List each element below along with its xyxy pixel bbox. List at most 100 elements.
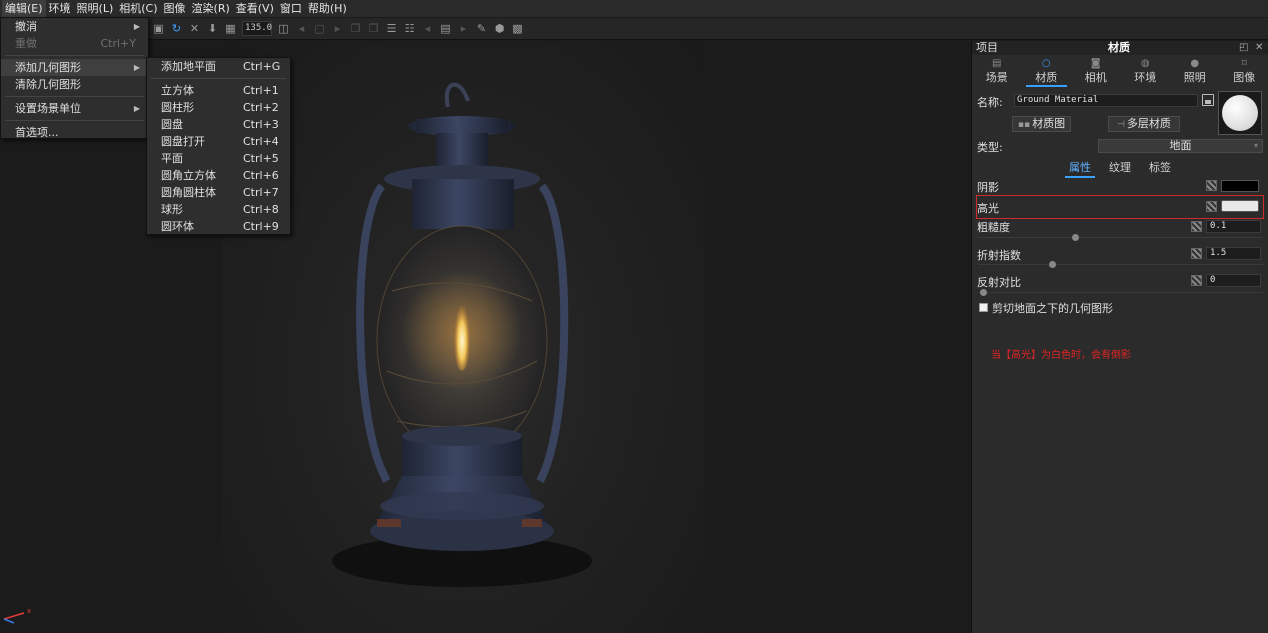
- roughness-input[interactable]: 0.1: [1206, 220, 1261, 233]
- clip-below-ground-checkbox[interactable]: [979, 303, 988, 312]
- menu-environment[interactable]: 环境: [46, 0, 74, 17]
- prev-icon[interactable]: ◂: [295, 22, 308, 35]
- tab-material[interactable]: ○ 材质: [1022, 57, 1072, 87]
- lantern-image: [332, 82, 592, 587]
- submenu-arrow-icon: ▶: [133, 63, 140, 72]
- slider-handle[interactable]: [1049, 261, 1056, 268]
- prev2-icon[interactable]: ◂: [421, 22, 434, 35]
- texture-map-icon[interactable]: [1191, 248, 1202, 259]
- toolbar: ▣ ↻ ✕ ⬇ ▦ 135.0 ◫ ◂ ▢ ▸ ❐ ❐ ☰ ☷ ◂ ▤ ▸ ✎ …: [148, 18, 1268, 40]
- subtab-properties[interactable]: 属性: [1065, 159, 1095, 178]
- layout2-icon[interactable]: ☷: [403, 22, 416, 35]
- slider-handle[interactable]: [980, 289, 987, 296]
- menu-plane[interactable]: 平面 Ctrl+5: [147, 150, 290, 167]
- menu-help[interactable]: 帮助(H): [305, 0, 350, 17]
- preview-sphere: [1222, 95, 1258, 131]
- menu-lighting[interactable]: 照明(L): [74, 0, 117, 17]
- texture-map-icon[interactable]: [1206, 180, 1217, 191]
- menu-scene-units[interactable]: 设置场景单位 ▶: [1, 100, 148, 117]
- menu-sphere[interactable]: 球形 Ctrl+8: [147, 201, 290, 218]
- bulb-icon: ●: [1190, 58, 1200, 69]
- grid-icon[interactable]: ▦: [224, 22, 237, 35]
- roughness-slider[interactable]: [978, 234, 1263, 241]
- zoom-input[interactable]: 135.0: [242, 21, 272, 36]
- menu-clear-geometry[interactable]: 清除几何图形: [1, 76, 148, 93]
- layout-icon[interactable]: ☰: [385, 22, 398, 35]
- texture-map-icon[interactable]: [1191, 221, 1202, 232]
- tools-icon[interactable]: ✎: [475, 22, 488, 35]
- rotate-icon[interactable]: ↻: [170, 22, 183, 35]
- material-type-select[interactable]: 地面 ▾: [1098, 139, 1263, 153]
- menu-view[interactable]: 查看(V): [233, 0, 277, 17]
- menu-separator: [151, 78, 286, 79]
- menu-disk-open[interactable]: 圆盘打开 Ctrl+4: [147, 133, 290, 150]
- next-icon[interactable]: ▸: [331, 22, 344, 35]
- shield-icon[interactable]: ⬢: [493, 22, 506, 35]
- axis-gizmo-icon: x: [3, 607, 31, 624]
- subtab-textures[interactable]: 纹理: [1107, 159, 1133, 175]
- material-preview[interactable]: [1218, 91, 1262, 135]
- scene-icon: ▤: [992, 58, 1002, 69]
- menu-undo[interactable]: 撤消 ▶: [1, 18, 148, 35]
- menu-add-ground-plane[interactable]: 添加地平面 Ctrl+G: [147, 58, 290, 75]
- menu-redo[interactable]: 重做 Ctrl+Y: [1, 35, 148, 52]
- fit-view-icon[interactable]: ✕: [188, 22, 201, 35]
- tab-lighting[interactable]: ● 照明: [1170, 57, 1220, 87]
- menu-cube[interactable]: 立方体 Ctrl+1: [147, 82, 290, 99]
- menu-rounded-cube[interactable]: 圆角立方体 Ctrl+6: [147, 167, 290, 184]
- float-window-icon[interactable]: ◰: [1239, 41, 1248, 55]
- zoom-icon[interactable]: ◫: [277, 22, 290, 35]
- material-panel: 项目 材质 ◰ ✕ ▤ 场景 ○ 材质 ◙ 相机 ◍ 环境 ● 照明 ⌑ 图像 名称: Gr…: [971, 41, 1268, 633]
- frame-icon[interactable]: ▣: [152, 22, 165, 35]
- menu-window[interactable]: 窗口: [277, 0, 305, 17]
- material-graph-button[interactable]: ▪▪ 材质图: [1012, 116, 1071, 132]
- ior-label: 折射指数: [977, 249, 1021, 262]
- camera-view-icon[interactable]: ▢: [313, 22, 326, 35]
- menu-cylinder[interactable]: 圆柱形 Ctrl+2: [147, 99, 290, 116]
- film-icon[interactable]: ▤: [439, 22, 452, 35]
- menu-edit[interactable]: 编辑(E): [2, 0, 46, 17]
- menubar: 编辑(E) 环境 照明(L) 相机(C) 图像 渲染(R) 查看(V) 窗口 帮…: [0, 0, 1268, 17]
- clip-below-ground-label: 剪切地面之下的几何图形: [992, 302, 1113, 315]
- tab-scene[interactable]: ▤ 场景: [972, 57, 1022, 87]
- annotation-note: 当【高光】为白色时，会有倒影: [991, 350, 1131, 361]
- reflection-contrast-slider[interactable]: [978, 289, 1263, 296]
- multilayer-material-button[interactable]: ⊣ 多层材质: [1108, 116, 1180, 132]
- copy-icon[interactable]: ❐: [349, 22, 362, 35]
- menu-torus[interactable]: 圆环体 Ctrl+9: [147, 218, 290, 235]
- panel-header: 项目 材质 ◰ ✕: [972, 41, 1268, 55]
- property-subtabs: 属性 纹理 标签: [1065, 159, 1173, 178]
- menu-add-geometry[interactable]: 添加几何图形 ▶: [1, 59, 148, 76]
- shadow-color-swatch[interactable]: [1221, 180, 1259, 192]
- material-name-input[interactable]: Ground Material: [1014, 94, 1198, 107]
- drop-down-icon[interactable]: ⬇: [206, 22, 219, 35]
- render-view[interactable]: [222, 41, 704, 633]
- texture-map-icon[interactable]: [1191, 275, 1202, 286]
- tab-camera[interactable]: ◙ 相机: [1071, 57, 1121, 87]
- image-icon[interactable]: ▩: [511, 22, 524, 35]
- texture-map-icon[interactable]: [1206, 201, 1217, 212]
- next2-icon[interactable]: ▸: [457, 22, 470, 35]
- save-icon[interactable]: [1202, 94, 1214, 106]
- highlight-color-swatch[interactable]: [1221, 200, 1259, 212]
- ior-input[interactable]: 1.5: [1206, 247, 1261, 260]
- menu-image[interactable]: 图像: [161, 0, 189, 17]
- menu-rounded-cylinder[interactable]: 圆角圆柱体 Ctrl+7: [147, 184, 290, 201]
- tab-environment[interactable]: ◍ 环境: [1121, 57, 1171, 87]
- project-label[interactable]: 项目: [976, 41, 998, 55]
- paste-icon[interactable]: ❐: [367, 22, 380, 35]
- submenu-arrow-icon: ▶: [133, 104, 140, 113]
- menu-preferences[interactable]: 首选项...: [1, 124, 148, 141]
- menu-render[interactable]: 渲染(R): [189, 0, 233, 17]
- chevron-down-icon: ▾: [1253, 141, 1258, 150]
- ior-slider[interactable]: [978, 261, 1263, 268]
- menu-camera[interactable]: 相机(C): [116, 0, 160, 17]
- menu-disk[interactable]: 圆盘 Ctrl+3: [147, 116, 290, 133]
- subtab-labels[interactable]: 标签: [1147, 159, 1173, 175]
- slider-handle[interactable]: [1072, 234, 1079, 241]
- svg-text:x: x: [27, 607, 31, 615]
- tab-image[interactable]: ⌑ 图像: [1220, 57, 1268, 87]
- close-icon[interactable]: ✕: [1255, 41, 1263, 55]
- geometry-submenu: 添加地平面 Ctrl+G 立方体 Ctrl+1 圆柱形 Ctrl+2 圆盘 Ctrl+3…: [146, 57, 291, 235]
- reflection-contrast-input[interactable]: 0: [1206, 274, 1261, 287]
